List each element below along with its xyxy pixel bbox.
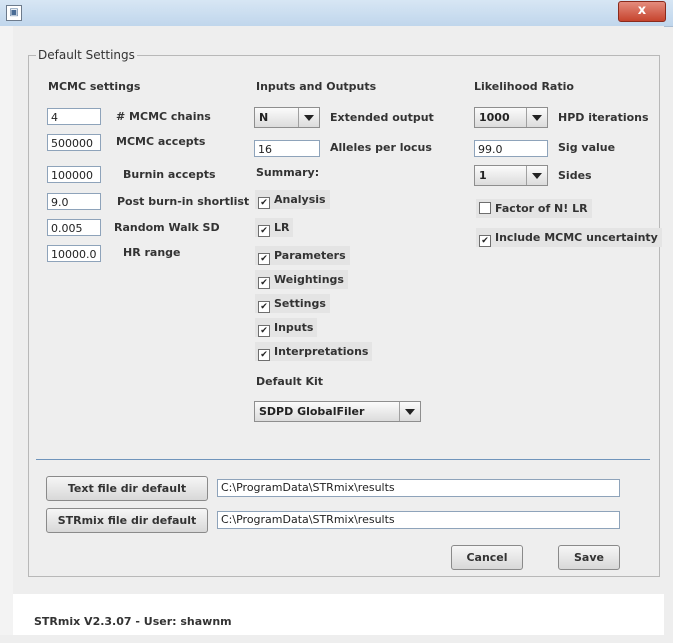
- summary-weightings-checkbox[interactable]: ✔ Weightings: [255, 270, 348, 289]
- extended-output-value: N: [259, 111, 269, 124]
- summary-settings-label: Settings: [274, 297, 326, 310]
- summary-parameters-label: Parameters: [274, 249, 346, 262]
- random-walk-sd-label: Random Walk SD: [114, 221, 220, 234]
- post-burnin-shortlist-field[interactable]: 9.0: [47, 193, 101, 210]
- save-button[interactable]: Save: [558, 545, 620, 570]
- mcmc-settings-header: MCMC settings: [48, 80, 141, 93]
- sig-value-field[interactable]: 99.0: [474, 140, 548, 157]
- dialog-window: ▣ x Default Settings MCMC settings 4 # M…: [0, 0, 673, 643]
- chevron-down-icon[interactable]: [526, 108, 547, 127]
- chevron-down-icon[interactable]: [298, 108, 319, 127]
- checkmark-icon: ✔: [258, 253, 270, 265]
- checkmark-icon: ✔: [258, 325, 270, 337]
- default-kit-label: Default Kit: [256, 375, 324, 388]
- checkmark-icon: ✔: [258, 277, 270, 289]
- alleles-per-locus-field[interactable]: 16: [254, 140, 320, 157]
- default-kit-value: SDPD GlobalFiler: [259, 405, 365, 418]
- post-burnin-shortlist-label: Post burn-in shortlist: [117, 195, 250, 208]
- checkmark-icon: ✔: [258, 349, 270, 361]
- status-bar-text: STRmix V2.3.07 - User: shawnm: [34, 615, 232, 628]
- sides-value: 1: [479, 169, 487, 182]
- likelihood-ratio-header: Likelihood Ratio: [474, 80, 574, 93]
- summary-inputs-label: Inputs: [274, 321, 314, 334]
- strmix-file-dir-field[interactable]: C:\ProgramData\STRmix\results: [217, 511, 620, 529]
- checkmark-icon: ✔: [258, 197, 270, 209]
- burnin-accepts-field[interactable]: 100000: [47, 166, 101, 183]
- close-button[interactable]: x: [618, 1, 666, 22]
- strmix-file-dir-default-button[interactable]: STRmix file dir default: [46, 508, 208, 533]
- burnin-accepts-label: Burnin accepts: [123, 168, 216, 181]
- summary-weightings-label: Weightings: [274, 273, 344, 286]
- group-title: Default Settings: [36, 48, 137, 62]
- summary-inputs-checkbox[interactable]: ✔ Inputs: [255, 318, 318, 337]
- checkmark-icon: ✔: [479, 235, 491, 247]
- hr-range-field[interactable]: 10000.0: [47, 245, 101, 262]
- summary-analysis-label: Analysis: [274, 193, 326, 206]
- checkmark-icon: ✔: [258, 225, 270, 237]
- extended-output-combo[interactable]: N: [254, 107, 320, 128]
- mcmc-chains-label: # MCMC chains: [116, 110, 211, 123]
- hpd-iterations-label: HPD iterations: [558, 111, 649, 124]
- checkbox-empty-icon: [479, 202, 491, 214]
- alleles-per-locus-label: Alleles per locus: [330, 141, 432, 154]
- sides-combo[interactable]: 1: [474, 165, 548, 186]
- include-mcmc-uncertainty-checkbox[interactable]: ✔ Include MCMC uncertainty: [476, 228, 662, 247]
- hpd-iterations-combo[interactable]: 1000: [474, 107, 548, 128]
- summary-interpretations-label: Interpretations: [274, 345, 369, 358]
- title-bar[interactable]: ▣ x: [0, 0, 673, 27]
- include-mcmc-uncertainty-label: Include MCMC uncertainty: [495, 231, 658, 244]
- window-left-edge: [0, 26, 13, 635]
- factor-of-n-lr-label: Factor of N! LR: [495, 202, 588, 215]
- app-icon: ▣: [6, 5, 22, 21]
- cancel-button[interactable]: Cancel: [451, 545, 523, 570]
- chevron-down-icon[interactable]: [526, 166, 547, 185]
- sig-value-label: Sig value: [558, 141, 616, 154]
- extended-output-label: Extended output: [330, 111, 434, 124]
- mcmc-accepts-field[interactable]: 500000: [47, 134, 101, 151]
- summary-lr-label: LR: [274, 221, 290, 234]
- sides-label: Sides: [558, 169, 592, 182]
- random-walk-sd-field[interactable]: 0.005: [47, 219, 101, 236]
- default-kit-combo[interactable]: SDPD GlobalFiler: [254, 401, 421, 422]
- hr-range-label: HR range: [123, 246, 181, 259]
- summary-label: Summary:: [256, 166, 320, 179]
- inputs-outputs-header: Inputs and Outputs: [256, 80, 377, 93]
- summary-lr-checkbox[interactable]: ✔ LR: [255, 218, 294, 237]
- summary-parameters-checkbox[interactable]: ✔ Parameters: [255, 246, 350, 265]
- checkmark-icon: ✔: [258, 301, 270, 313]
- mcmc-chains-field[interactable]: 4: [47, 108, 101, 125]
- factor-of-n-lr-checkbox[interactable]: Factor of N! LR: [476, 199, 592, 218]
- text-file-dir-default-button[interactable]: Text file dir default: [46, 476, 208, 501]
- summary-analysis-checkbox[interactable]: ✔ Analysis: [255, 190, 330, 209]
- mcmc-accepts-label: MCMC accepts: [116, 135, 206, 148]
- section-separator: [36, 459, 650, 460]
- hpd-iterations-value: 1000: [479, 111, 510, 124]
- summary-interpretations-checkbox[interactable]: ✔ Interpretations: [255, 342, 373, 361]
- chevron-down-icon[interactable]: [399, 402, 420, 421]
- text-file-dir-field[interactable]: C:\ProgramData\STRmix\results: [217, 479, 620, 497]
- summary-settings-checkbox[interactable]: ✔ Settings: [255, 294, 330, 313]
